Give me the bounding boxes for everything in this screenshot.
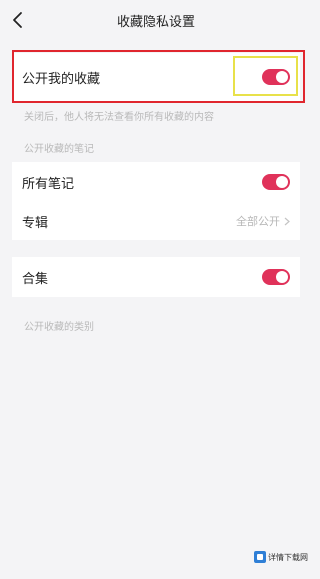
- watermark-logo-icon: [254, 551, 266, 563]
- collection-set-toggle[interactable]: [262, 269, 290, 285]
- toggle-knob: [276, 271, 288, 283]
- album-row[interactable]: 专辑 全部公开: [12, 202, 300, 240]
- collection-set-card: 合集: [12, 257, 300, 297]
- highlight-yellow-box: [233, 56, 298, 96]
- collection-set-row[interactable]: 合集: [12, 258, 300, 296]
- toggle-knob: [276, 176, 288, 188]
- public-collection-hint: 关闭后，他人将无法查看你所有收藏的内容: [24, 112, 214, 123]
- album-value-group: 全部公开: [236, 213, 290, 229]
- all-notes-toggle[interactable]: [262, 174, 290, 190]
- notes-section-header: 公开收藏的笔记: [24, 144, 94, 155]
- all-notes-label: 所有笔记: [22, 176, 75, 192]
- chevron-right-icon: [284, 217, 290, 225]
- album-label: 专辑: [22, 215, 49, 231]
- watermark: 详情下载网: [254, 551, 308, 563]
- top-bar: 收藏隐私设置: [0, 0, 312, 44]
- privacy-settings-screen: 收藏隐私设置 公开我的收藏 关闭后，他人将无法查看你所有收藏的内容 公开收藏的笔…: [0, 0, 312, 579]
- all-notes-row[interactable]: 所有笔记: [12, 163, 300, 201]
- album-value: 全部公开: [236, 215, 280, 228]
- collection-set-label: 合集: [22, 271, 49, 287]
- categories-section-header: 公开收藏的类别: [24, 322, 94, 333]
- page-title: 收藏隐私设置: [116, 15, 195, 30]
- watermark-text: 详情下载网: [268, 552, 308, 562]
- notes-card: 所有笔记 专辑 全部公开: [12, 162, 300, 240]
